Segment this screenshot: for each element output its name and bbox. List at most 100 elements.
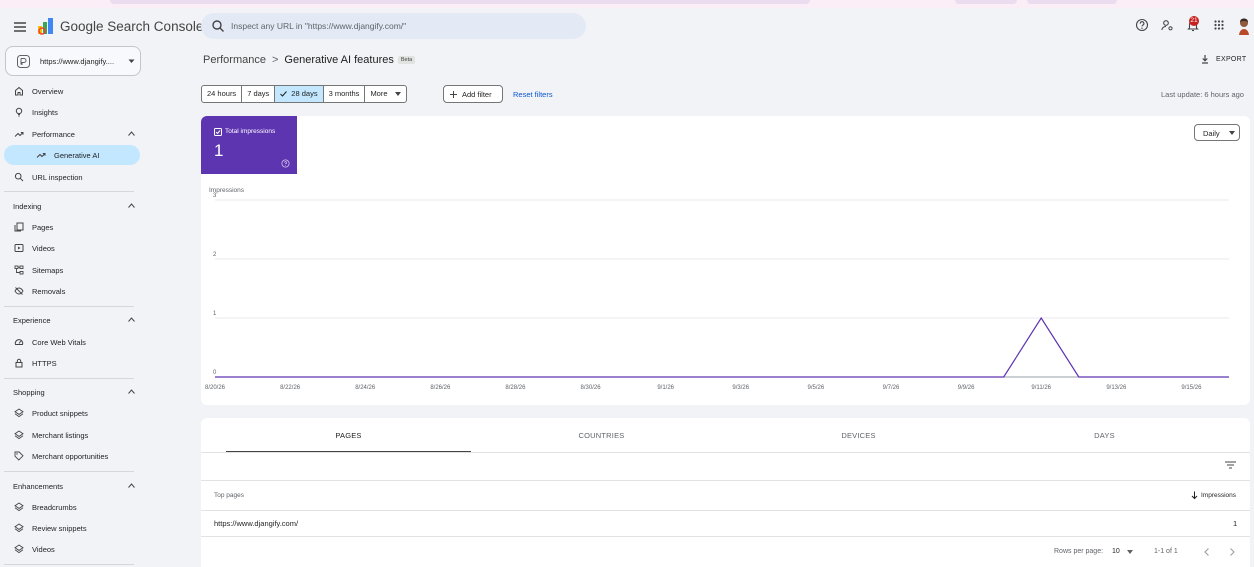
- chevron-up-icon: [128, 203, 135, 208]
- tab-days[interactable]: DAYS: [982, 418, 1227, 453]
- range-more-button[interactable]: More: [365, 86, 405, 102]
- data-point: [966, 376, 967, 377]
- layers-icon: [14, 502, 24, 512]
- property-url: https://www.djangify....: [40, 57, 115, 66]
- chevron-up-icon[interactable]: [128, 131, 135, 136]
- checkbox-checked-icon[interactable]: [214, 128, 222, 136]
- layers-icon: [14, 544, 24, 554]
- range-7-days-button[interactable]: 7 days: [242, 86, 276, 102]
- sidebar-item-overview[interactable]: Overview: [4, 81, 140, 101]
- range-24-hours-button[interactable]: 24 hours: [202, 86, 243, 102]
- search-input[interactable]: [231, 16, 576, 36]
- manage-users-icon[interactable]: [1160, 18, 1174, 32]
- profile-avatar[interactable]: [1236, 17, 1252, 35]
- data-point: [1153, 376, 1154, 377]
- add-filter-label: Add filter: [462, 90, 492, 99]
- tab-pages[interactable]: PAGES: [226, 418, 471, 453]
- column-header-impressions[interactable]: Impressions: [1201, 492, 1236, 499]
- sidebar-section-indexing[interactable]: Indexing: [4, 196, 140, 216]
- sidebar-item-videos[interactable]: Videos: [4, 238, 140, 258]
- sidebar-item-review-snippets[interactable]: Review snippets: [4, 518, 140, 538]
- sidebar-item-https[interactable]: HTTPS: [4, 353, 140, 373]
- sidebar-item-enhancement-videos[interactable]: Videos: [4, 539, 140, 559]
- sidebar-item-url-inspection[interactable]: URL inspection: [4, 167, 140, 187]
- sidebar-item-breadcrumbs[interactable]: Breadcrumbs: [4, 497, 140, 517]
- data-point: [628, 376, 629, 377]
- impressions-series-line: [215, 316, 1229, 378]
- chevron-right-icon[interactable]: [1228, 547, 1236, 557]
- sidebar-item-generative-ai[interactable]: Generative AI: [4, 145, 140, 165]
- sidebar-item-product-snippets[interactable]: Product snippets: [4, 403, 140, 423]
- notification-count-badge: 21: [1189, 16, 1199, 26]
- strip-pill: [110, 0, 810, 4]
- range-label: 3 months: [328, 89, 360, 98]
- sidebar-item-sitemaps[interactable]: Sitemaps: [4, 260, 140, 280]
- help-icon[interactable]: [281, 159, 290, 168]
- apps-grid-icon[interactable]: [1212, 18, 1226, 32]
- sidebar-item-label: Videos: [32, 545, 55, 554]
- data-point: [290, 376, 291, 377]
- breadcrumb-performance-link[interactable]: Performance: [203, 54, 266, 66]
- sidebar-section-shopping[interactable]: Shopping: [4, 382, 140, 402]
- data-point: [515, 376, 516, 377]
- sidebar-item-label: Core Web Vitals: [32, 338, 86, 347]
- data-point: [402, 376, 403, 377]
- sidebar-item-core-web-vitals[interactable]: Core Web Vitals: [4, 332, 140, 352]
- granularity-dropdown[interactable]: Daily: [1194, 124, 1240, 141]
- rows-per-page-select[interactable]: 10: [1112, 548, 1120, 555]
- help-icon[interactable]: [1135, 18, 1149, 32]
- hamburger-menu-icon[interactable]: [10, 17, 30, 37]
- x-tick-label: 9/13/26: [1106, 385, 1127, 391]
- data-point: [1078, 376, 1079, 377]
- sidebar-item-label: Performance: [32, 130, 75, 139]
- sidebar-item-removals[interactable]: Removals: [4, 281, 140, 301]
- tab-devices[interactable]: DEVICES: [736, 418, 981, 453]
- url-inspection-search[interactable]: [201, 13, 586, 39]
- granularity-value: Daily: [1203, 129, 1220, 138]
- sidebar-section-experience[interactable]: Experience: [4, 310, 140, 330]
- reset-filters-link[interactable]: Reset filters: [513, 90, 553, 99]
- sidebar-item-merchant-opportunities[interactable]: Merchant opportunities: [4, 446, 140, 466]
- add-filter-button[interactable]: Add filter: [443, 85, 503, 103]
- arrow-downward-icon[interactable]: [1191, 491, 1198, 500]
- sidebar-section-enhancements[interactable]: Enhancements: [4, 476, 140, 496]
- tab-countries[interactable]: COUNTRIES: [479, 418, 724, 453]
- sidebar-divider: [4, 191, 134, 192]
- metric-value: 1: [214, 141, 224, 160]
- tabs-divider: [201, 452, 1250, 453]
- dropdown-arrow-icon[interactable]: [1127, 550, 1133, 554]
- property-selector[interactable]: https://www.djangify....: [5, 46, 141, 76]
- page-url-cell[interactable]: https://www.djangify.com/: [214, 519, 298, 528]
- data-point: [552, 376, 553, 377]
- y-tick-label: 0: [213, 370, 217, 376]
- sidebar-item-insights[interactable]: Insights: [4, 102, 140, 122]
- y-tick-label: 1: [213, 311, 217, 317]
- x-tick-label: 9/3/26: [732, 385, 749, 391]
- strip-pill: [955, 0, 1017, 4]
- x-tick-label: 9/9/26: [958, 385, 975, 391]
- sidebar-item-label: HTTPS: [32, 359, 57, 368]
- range-28-days-button[interactable]: 28 days: [275, 86, 324, 102]
- total-impressions-tile[interactable]: Total impressions 1: [201, 116, 297, 174]
- x-tick-label: 9/7/26: [883, 385, 900, 391]
- check-icon: [280, 91, 288, 97]
- sidebar-item-pages[interactable]: Pages: [4, 217, 140, 237]
- data-point: [1116, 376, 1117, 377]
- impressions-cell: 1: [1233, 519, 1238, 528]
- range-label: 24 hours: [207, 89, 237, 98]
- video-icon: [14, 243, 24, 253]
- range-3-months-button[interactable]: 3 months: [324, 86, 366, 102]
- search-icon: [14, 172, 24, 182]
- app-title[interactable]: Google Search Console: [60, 19, 203, 34]
- sidebar-item-performance[interactable]: Performance: [4, 124, 140, 144]
- table-divider: [201, 480, 1250, 481]
- data-point: [1191, 376, 1192, 377]
- data-point: [477, 376, 478, 377]
- chevron-up-icon: [128, 389, 135, 394]
- column-header-top-pages: Top pages: [214, 492, 244, 499]
- sidebar-item-label: Overview: [32, 87, 64, 96]
- chevron-down-icon: [128, 59, 135, 64]
- chevron-left-icon[interactable]: [1203, 547, 1211, 557]
- filter-list-icon[interactable]: [1225, 461, 1236, 469]
- sidebar-item-merchant-listings[interactable]: Merchant listings: [4, 425, 140, 445]
